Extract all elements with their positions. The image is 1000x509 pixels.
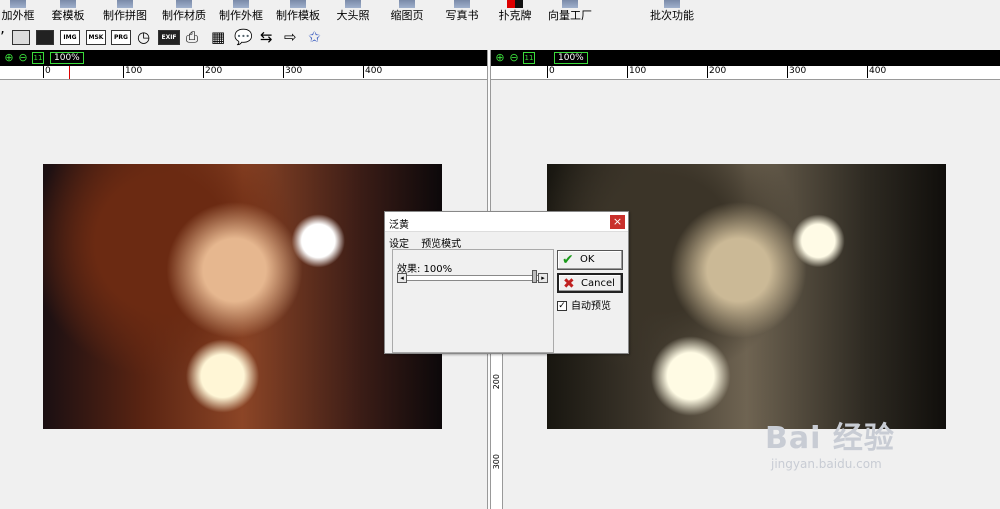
align-icon[interactable]: ⇆ [260,28,273,46]
slider-left-arrow-icon[interactable]: ◂ [397,273,407,283]
ruler-tick: 200 [707,66,727,78]
print-icon[interactable]: ⎙ [186,28,198,46]
frame-icon [10,0,26,8]
collage-icon [117,0,133,8]
card-suits-icon [507,0,523,8]
ruler-tick: 300 [283,66,303,78]
watermark-url: jingyan.baidu.com [771,457,882,471]
effect-slider-track[interactable] [397,275,546,281]
menu-thumbnail-page[interactable]: 缩图页 [389,0,425,26]
menu-vector-factory[interactable]: 向量工厂 [546,0,594,26]
ruler-tick: 300 [787,66,807,78]
zoom-level: 100% [554,52,588,64]
clock-icon[interactable]: ◷ [137,28,150,46]
zoom-out-icon[interactable]: ⊖ [508,52,520,64]
speech-icon[interactable]: 💬 [234,28,253,46]
photo-book-icon [454,0,470,8]
ok-label: OK [580,254,595,265]
fit-icon[interactable]: 11 [523,52,535,64]
x-icon: ✖ [563,276,575,292]
ruler-tick: 400 [363,66,383,78]
auto-preview-label: 自动预览 [571,301,611,312]
slider-right-arrow-icon[interactable]: ▸ [538,273,548,283]
prg-button[interactable]: PRG [111,30,131,45]
zoom-level: 100% [50,52,84,64]
right-view-bar: ⊕ ⊖ 11 100% [491,50,1000,66]
ruler-tick: 200 [203,66,223,78]
baidu-watermark: Bai 经验 jingyan.baidu.com [765,413,895,471]
msk-button[interactable]: MSK [86,30,106,45]
frame-view-icon[interactable] [36,30,54,45]
zoom-in-icon[interactable]: ⊕ [3,52,15,64]
toolbar: ʼ IMG MSK PRG ◷ EXIF ⎙ ▦ 💬 ⇆ ⇨ ✩ [0,27,1000,49]
zoom-in-icon[interactable]: ⊕ [494,52,506,64]
ruler-tick: 0 [43,66,51,78]
vertical-ruler: 200 300 [491,354,503,509]
effect-slider-thumb[interactable] [532,270,537,283]
exif-button[interactable]: EXIF [158,30,180,45]
ok-button[interactable]: ✔ OK [557,250,623,270]
menu-poker[interactable]: 扑克牌 [497,0,533,26]
left-view-bar: ⊕ ⊖ 11 100% [0,50,487,66]
fit-icon[interactable]: 11 [32,52,44,64]
checkbox-box[interactable]: ✓ [557,301,567,311]
make-frame-icon [233,0,249,8]
ruler-tick: 0 [547,66,555,78]
menu-template[interactable]: 套模板 [50,0,86,26]
batch-icon [664,0,680,8]
menu-collage[interactable]: 制作拼图 [101,0,149,26]
vruler-tick: 300 [492,454,501,470]
ruler-tick: 100 [627,66,647,78]
thumbnail-icon [399,0,415,8]
menu-photo-book[interactable]: 写真书 [444,0,480,26]
watermark-logo: Bai 经验 [765,421,895,456]
cancel-label: Cancel [581,278,615,289]
menu-make-frame[interactable]: 制作外框 [217,0,265,26]
template-icon [60,0,76,8]
main-menu-bar: 加外框 套模板 制作拼图 制作材质 制作外框 制作模板 大头照 缩图页 写真书 … [0,0,1000,26]
vruler-tick: 200 [492,374,501,390]
menu-add-frame[interactable]: 加外框 [0,0,36,26]
menu-id-photo[interactable]: 大头照 [334,0,372,26]
left-ruler: 0 100 200 300 400 [0,66,487,80]
grid-icon[interactable]: ▦ [211,28,225,46]
sepia-dialog: 泛黄 × 设定 预览模式 效果: 100% ◂ ▸ ✔ OK ✖ Cancel … [384,211,629,354]
menu-material[interactable]: 制作材质 [160,0,208,26]
vector-icon [562,0,578,8]
auto-preview-checkbox[interactable]: ✓ 自动预览 [557,297,611,312]
arrow-right-icon[interactable]: ⇨ [284,28,297,46]
check-icon: ✔ [562,252,574,268]
dialog-menu: 设定 预览模式 [389,235,470,250]
right-ruler: 0 100 200 300 400 [491,66,1000,80]
close-icon[interactable]: × [610,215,625,229]
dialog-title: 泛黄 [389,220,409,231]
image-icon[interactable] [12,30,30,45]
make-template-icon [290,0,306,8]
ruler-tick: 400 [867,66,887,78]
ruler-cursor-marker [69,66,70,79]
id-photo-icon [345,0,361,8]
ruler-tick: 100 [123,66,143,78]
zoom-out-icon[interactable]: ⊖ [17,52,29,64]
cursor-icon[interactable]: ʼ [0,28,5,46]
menu-batch[interactable]: 批次功能 [648,0,696,26]
material-icon [176,0,192,8]
effect-panel: 效果: 100% ◂ ▸ [392,249,554,353]
star-icon[interactable]: ✩ [308,28,321,46]
img-button[interactable]: IMG [60,30,80,45]
dialog-titlebar[interactable]: 泛黄 × [385,212,628,232]
cancel-button[interactable]: ✖ Cancel [557,273,623,293]
original-photo [43,164,442,429]
menu-make-template[interactable]: 制作模板 [274,0,322,26]
